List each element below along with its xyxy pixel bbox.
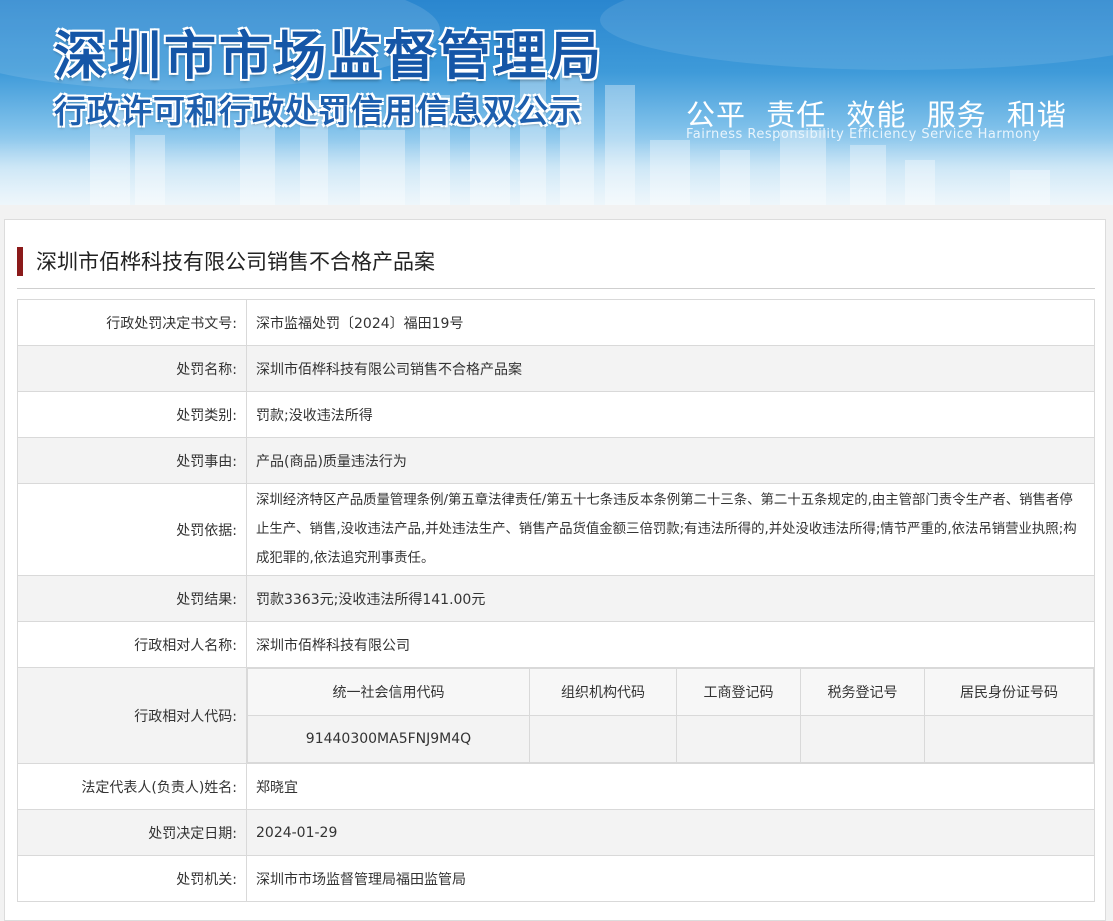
- field-value: 产品(商品)质量违法行为: [246, 437, 1095, 484]
- field-value: 深圳市市场监督管理局福田监管局: [246, 855, 1095, 902]
- code-value: [924, 715, 1094, 763]
- table-row: 处罚名称: 深圳市佰桦科技有限公司销售不合格产品案: [17, 345, 1095, 392]
- case-title-text: 深圳市佰桦科技有限公司销售不合格产品案: [36, 250, 435, 274]
- case-detail-card: 深圳市佰桦科技有限公司销售不合格产品案 行政处罚决定书文号: 深市监福处罚〔20…: [4, 219, 1106, 921]
- field-label: 行政相对人名称:: [17, 621, 247, 668]
- field-value: 罚款3363元;没收违法所得141.00元: [246, 575, 1095, 622]
- field-label: 处罚机关:: [17, 855, 247, 902]
- field-value: 郑晓宜: [246, 763, 1095, 810]
- field-label: 处罚依据:: [17, 483, 247, 576]
- field-value: 深圳市佰桦科技有限公司: [246, 621, 1095, 668]
- field-label: 行政处罚决定书文号:: [17, 299, 247, 346]
- banner-subtitle: 行政许可和行政处罚信用信息双公示: [54, 92, 583, 130]
- codes-cell: 统一社会信用代码 组织机构代码 工商登记码 税务登记号 居民身份证号码 9144…: [246, 667, 1095, 764]
- field-label: 处罚决定日期:: [17, 809, 247, 856]
- field-value: 深市监福处罚〔2024〕福田19号: [246, 299, 1095, 346]
- table-row: 行政相对人名称: 深圳市佰桦科技有限公司: [17, 621, 1095, 668]
- field-value: 深圳经济特区产品质量管理条例/第五章法律责任/第五十七条违反本条例第二十三条、第…: [246, 483, 1095, 576]
- field-label: 法定代表人(负责人)姓名:: [17, 763, 247, 810]
- table-row: 处罚结果: 罚款3363元;没收违法所得141.00元: [17, 575, 1095, 622]
- code-header: 统一社会信用代码: [247, 668, 530, 716]
- field-label: 处罚事由:: [17, 437, 247, 484]
- field-label: 行政相对人代码:: [17, 667, 247, 764]
- title-accent-bar: [17, 246, 23, 276]
- title-divider: [17, 288, 1095, 289]
- field-label: 处罚结果:: [17, 575, 247, 622]
- table-row: 法定代表人(负责人)姓名: 郑晓宜: [17, 763, 1095, 810]
- code-header: 税务登记号: [800, 668, 925, 716]
- table-row: 行政相对人代码: 统一社会信用代码 组织机构代码 工商登记码 税务登记号 居民身…: [17, 667, 1095, 764]
- codes-table: 统一社会信用代码 组织机构代码 工商登记码 税务登记号 居民身份证号码 9144…: [247, 668, 1094, 763]
- table-row: 处罚决定日期: 2024-01-29: [17, 809, 1095, 856]
- code-header: 工商登记码: [676, 668, 801, 716]
- case-title: 深圳市佰桦科技有限公司销售不合格产品案: [17, 246, 435, 276]
- code-header: 居民身份证号码: [924, 668, 1094, 716]
- field-label: 处罚名称:: [17, 345, 247, 392]
- banner-title: 深圳市市场监督管理局: [54, 27, 605, 87]
- table-row: 处罚类别: 罚款;没收违法所得: [17, 391, 1095, 438]
- header-banner: 深圳市市场监督管理局 行政许可和行政处罚信用信息双公示 公平 责任 效能 服务 …: [0, 0, 1113, 205]
- code-value: 91440300MA5FNJ9M4Q: [247, 715, 530, 763]
- banner-slogan-en: Fairness Responsibility Efficiency Servi…: [686, 127, 1041, 142]
- code-value: [529, 715, 677, 763]
- field-label: 处罚类别:: [17, 391, 247, 438]
- codes-header-row: 统一社会信用代码 组织机构代码 工商登记码 税务登记号 居民身份证号码: [247, 668, 1094, 716]
- table-row: 处罚事由: 产品(商品)质量违法行为: [17, 437, 1095, 484]
- table-row: 处罚机关: 深圳市市场监督管理局福田监管局: [17, 855, 1095, 902]
- case-info-table: 行政处罚决定书文号: 深市监福处罚〔2024〕福田19号 处罚名称: 深圳市佰桦…: [17, 299, 1095, 902]
- field-value: 罚款;没收违法所得: [246, 391, 1095, 438]
- table-row: 处罚依据: 深圳经济特区产品质量管理条例/第五章法律责任/第五十七条违反本条例第…: [17, 483, 1095, 576]
- table-row: 行政处罚决定书文号: 深市监福处罚〔2024〕福田19号: [17, 299, 1095, 346]
- field-value: 深圳市佰桦科技有限公司销售不合格产品案: [246, 345, 1095, 392]
- codes-value-row: 91440300MA5FNJ9M4Q: [247, 715, 1094, 763]
- code-value: [676, 715, 801, 763]
- code-header: 组织机构代码: [529, 668, 677, 716]
- code-value: [800, 715, 925, 763]
- field-value: 2024-01-29: [246, 809, 1095, 856]
